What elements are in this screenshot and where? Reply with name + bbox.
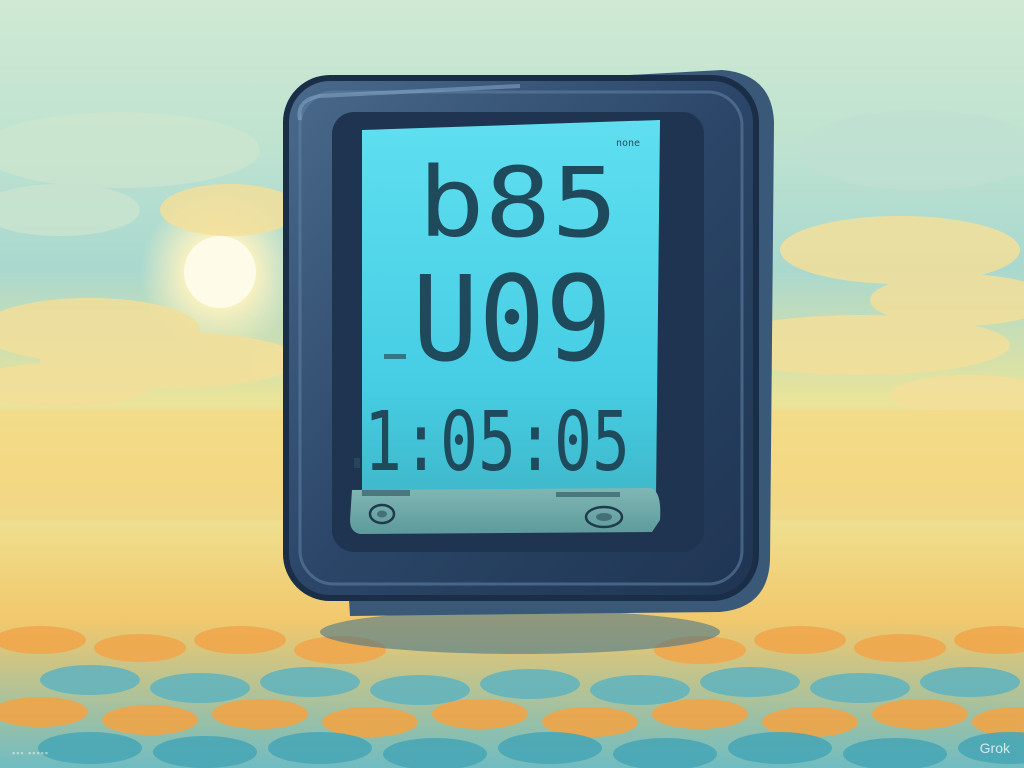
watermark: Grok — [979, 740, 1010, 756]
lcd-indicator-left — [384, 354, 406, 359]
lcd-footer-mark-right — [556, 492, 620, 497]
lcd-row-1: b85 — [418, 147, 618, 259]
scene: b85 U09 1:05:05 none ▪▪▪ ▪▪▪▪▪ Grok — [0, 0, 1024, 768]
lcd-row-3: 1:05:05 — [364, 395, 630, 490]
lcd-corner-label: none — [616, 138, 640, 149]
lcd-clock-device: b85 U09 1:05:05 none — [283, 70, 774, 616]
lcd-footer-mark-left — [362, 490, 410, 496]
lcd-indicator-bottom-left — [354, 458, 360, 468]
watermark-left-mark: ▪▪▪ ▪▪▪▪▪ — [12, 748, 50, 758]
lcd-row-2: U09 — [412, 250, 612, 388]
